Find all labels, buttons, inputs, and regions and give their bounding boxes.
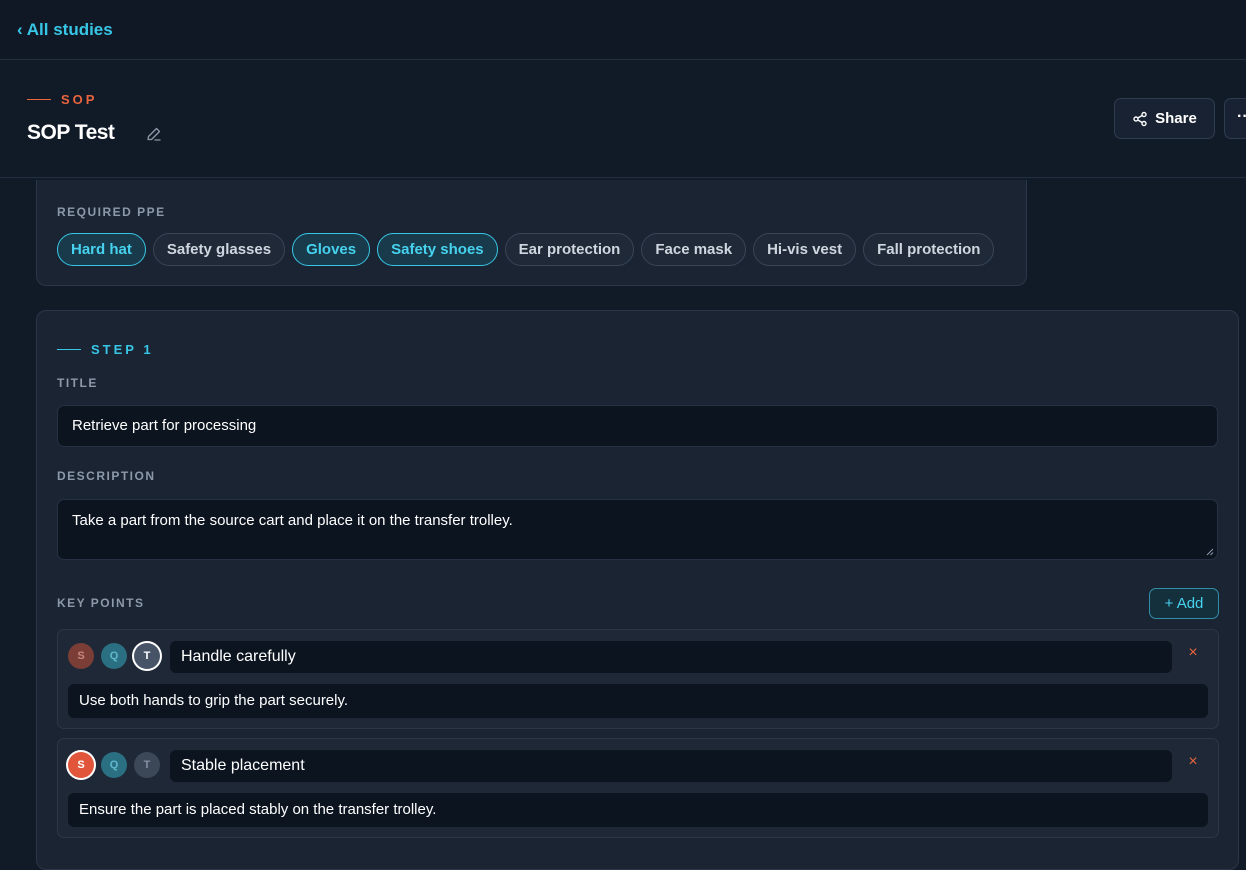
ppe-chip-ear-protection[interactable]: Ear protection bbox=[504, 233, 635, 266]
eyebrow-line bbox=[27, 99, 51, 100]
quality-badge[interactable]: Q bbox=[101, 752, 127, 778]
share-button[interactable]: Share bbox=[1114, 98, 1215, 139]
page-title: SOP Test bbox=[27, 121, 115, 144]
page-header: SOP SOP Test Share ··· bbox=[0, 61, 1246, 178]
description-text: Take a part from the source cart and pla… bbox=[72, 512, 513, 529]
key-point-detail-input[interactable]: Use both hands to grip the part securely… bbox=[68, 684, 1208, 718]
remove-key-point-close-icon[interactable]: × bbox=[1185, 644, 1201, 664]
step-card: STEP 1 TITLE Retrieve part for processin… bbox=[36, 310, 1239, 870]
ppe-chip-gloves[interactable]: Gloves bbox=[292, 233, 371, 266]
key-points-label: KEY POINTS bbox=[57, 596, 145, 610]
eyebrow-label: SOP bbox=[61, 92, 98, 107]
quality-badge[interactable]: Q bbox=[101, 643, 127, 669]
description-label: DESCRIPTION bbox=[57, 469, 156, 483]
key-point-title-input[interactable]: Stable placement bbox=[170, 750, 1172, 782]
resize-handle-icon[interactable] bbox=[1206, 548, 1214, 556]
safety-badge[interactable]: S bbox=[68, 643, 94, 669]
step-eyebrow-line bbox=[57, 349, 81, 350]
step-eyebrow: STEP 1 bbox=[57, 342, 154, 357]
ppe-chip-list: Hard hat Safety glasses Gloves Safety sh… bbox=[57, 233, 995, 266]
technique-badge[interactable]: T bbox=[134, 643, 160, 669]
title-label: TITLE bbox=[57, 376, 98, 390]
share-label: Share bbox=[1155, 110, 1197, 127]
key-point-type-badges: S Q T bbox=[68, 752, 160, 778]
required-ppe-label: REQUIRED PPE bbox=[57, 205, 166, 219]
ppe-chip-face-mask[interactable]: Face mask bbox=[641, 233, 747, 266]
key-point-type-badges: S Q T bbox=[68, 643, 160, 669]
required-ppe-card: REQUIRED PPE Hard hat Safety glasses Glo… bbox=[36, 180, 1027, 286]
ppe-chip-safety-glasses[interactable]: Safety glasses bbox=[152, 233, 286, 266]
ppe-chip-fall-protection[interactable]: Fall protection bbox=[863, 233, 995, 266]
share-icon bbox=[1133, 111, 1147, 126]
all-studies-link[interactable]: ‹ All studies bbox=[17, 20, 113, 40]
more-options-button[interactable]: ··· bbox=[1224, 98, 1246, 139]
technique-badge[interactable]: T bbox=[134, 752, 160, 778]
key-point-item: S Q T Stable placement × Ensure the part… bbox=[57, 738, 1219, 838]
key-point-item: S Q T Handle carefully × Use both hands … bbox=[57, 629, 1219, 729]
pencil-icon[interactable] bbox=[145, 125, 163, 143]
key-point-title-input[interactable]: Handle carefully bbox=[170, 641, 1172, 673]
remove-key-point-close-icon[interactable]: × bbox=[1185, 753, 1201, 773]
key-point-detail-input[interactable]: Ensure the part is placed stably on the … bbox=[68, 793, 1208, 827]
ppe-chip-hard-hat[interactable]: Hard hat bbox=[57, 233, 146, 266]
step-description-textarea[interactable]: Take a part from the source cart and pla… bbox=[57, 499, 1218, 560]
ppe-chip-hi-vis-vest[interactable]: Hi-vis vest bbox=[753, 233, 857, 266]
top-bar: ‹ All studies bbox=[0, 0, 1246, 60]
step-title-input[interactable]: Retrieve part for processing bbox=[57, 405, 1218, 447]
safety-badge[interactable]: S bbox=[68, 752, 94, 778]
step-number: STEP 1 bbox=[91, 342, 154, 357]
ppe-chip-safety-shoes[interactable]: Safety shoes bbox=[377, 233, 498, 266]
add-key-point-button[interactable]: + Add bbox=[1149, 588, 1219, 619]
sop-eyebrow: SOP bbox=[27, 92, 97, 107]
